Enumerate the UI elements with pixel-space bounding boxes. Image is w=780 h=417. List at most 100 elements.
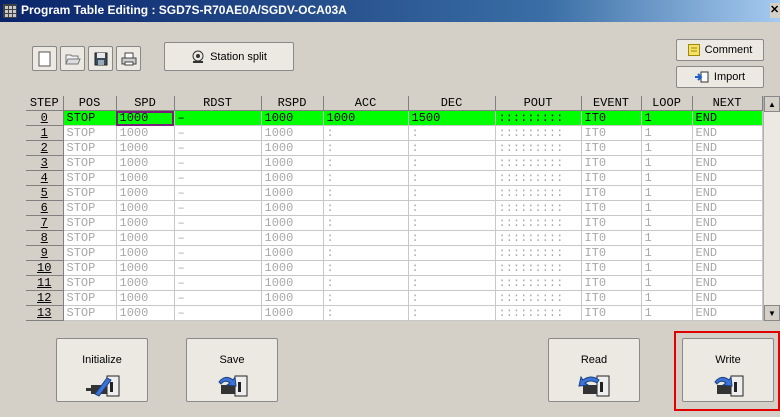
- cell-next[interactable]: END: [692, 305, 763, 321]
- cell-acc[interactable]: :: [323, 245, 409, 261]
- save-button[interactable]: Save: [186, 338, 278, 402]
- cell-pout[interactable]: :::::::::: [495, 260, 582, 276]
- cell-acc[interactable]: :: [323, 320, 409, 321]
- cell-pout[interactable]: :::::::::: [495, 245, 582, 261]
- cell-dec[interactable]: :: [408, 260, 496, 276]
- cell-pout[interactable]: :::::::::: [495, 230, 582, 246]
- cell-pos[interactable]: STOP: [63, 125, 117, 141]
- cell-rdst[interactable]: –: [174, 215, 262, 231]
- table-row[interactable]: 14STOP1000–1000:::::::::::IT01END: [26, 320, 763, 321]
- cell-pos[interactable]: STOP: [63, 275, 117, 291]
- table-row[interactable]: 11 STOP 1000–1000::::::::::: IT0 1 END: [26, 275, 763, 291]
- cell-loop[interactable]: 1: [641, 110, 693, 126]
- cell-dec[interactable]: :: [408, 170, 496, 186]
- cell-pout[interactable]: :::::::::: [495, 110, 582, 126]
- cell-loop[interactable]: 1: [641, 200, 693, 216]
- cell-next[interactable]: END: [692, 290, 763, 306]
- cell-event[interactable]: IT0: [581, 155, 642, 171]
- cell-loop[interactable]: 1: [641, 245, 693, 261]
- cell-acc[interactable]: :: [323, 290, 409, 306]
- cell-pout[interactable]: :::::::::: [495, 320, 582, 321]
- cell-event[interactable]: IT0: [581, 320, 642, 321]
- cell-spd[interactable]: 1000: [116, 200, 175, 216]
- cell-event[interactable]: IT0: [581, 305, 642, 321]
- table-row[interactable]: 7 STOP 1000–1000::::::::::: IT0 1 END: [26, 215, 763, 231]
- print-button[interactable]: [116, 46, 141, 71]
- cell-acc[interactable]: :: [323, 275, 409, 291]
- cell-rspd[interactable]: 1000: [261, 170, 324, 186]
- cell-dec[interactable]: :: [408, 230, 496, 246]
- cell-loop[interactable]: 1: [641, 275, 693, 291]
- cell-acc[interactable]: :: [323, 140, 409, 156]
- cell-acc[interactable]: :: [323, 155, 409, 171]
- cell-pout[interactable]: :::::::::: [495, 290, 582, 306]
- cell-spd[interactable]: 1000: [116, 140, 175, 156]
- cell-spd[interactable]: 1000: [116, 260, 175, 276]
- cell-pout[interactable]: :::::::::: [495, 170, 582, 186]
- cell-pos[interactable]: STOP: [63, 110, 117, 126]
- cell-rspd[interactable]: 1000: [261, 290, 324, 306]
- cell-pout[interactable]: :::::::::: [495, 275, 582, 291]
- cell-pout[interactable]: :::::::::: [495, 125, 582, 141]
- cell-dec[interactable]: :: [408, 320, 496, 321]
- cell-pout[interactable]: :::::::::: [495, 200, 582, 216]
- cell-next[interactable]: END: [692, 140, 763, 156]
- cell-spd[interactable]: 1000: [116, 320, 175, 321]
- cell-pos[interactable]: STOP: [63, 215, 117, 231]
- table-row[interactable]: 0 STOP 1000–1000 1000 1500::::::::: IT0 1 END: [26, 110, 763, 126]
- cell-pout[interactable]: :::::::::: [495, 305, 582, 321]
- cell-rspd[interactable]: 1000: [261, 275, 324, 291]
- cell-acc[interactable]: :: [323, 215, 409, 231]
- table-row[interactable]: 13 STOP 1000–1000::::::::::: IT0 1 END: [26, 305, 763, 321]
- cell-rdst[interactable]: –: [174, 290, 262, 306]
- initialize-button[interactable]: Initialize: [56, 338, 148, 402]
- cell-dec[interactable]: :: [408, 245, 496, 261]
- cell-loop[interactable]: 1: [641, 140, 693, 156]
- cell-pout[interactable]: :::::::::: [495, 155, 582, 171]
- cell-event[interactable]: IT0: [581, 140, 642, 156]
- cell-dec[interactable]: :: [408, 215, 496, 231]
- cell-rdst[interactable]: –: [174, 260, 262, 276]
- cell-rspd[interactable]: 1000: [261, 305, 324, 321]
- program-table[interactable]: STEP POS SPD RDST RSPD ACC DEC POUT EVENT LOOP NEX…: [26, 96, 780, 321]
- table-row[interactable]: 10 STOP 1000–1000::::::::::: IT0 1 END: [26, 260, 763, 276]
- cell-next[interactable]: END: [692, 125, 763, 141]
- close-button[interactable]: ✕: [770, 3, 780, 18]
- cell-pout[interactable]: :::::::::: [495, 185, 582, 201]
- cell-rspd[interactable]: 1000: [261, 230, 324, 246]
- cell-next[interactable]: END: [692, 215, 763, 231]
- cell-pos[interactable]: STOP: [63, 170, 117, 186]
- cell-dec[interactable]: 1500: [408, 110, 496, 126]
- table-row[interactable]: 8 STOP 1000–1000::::::::::: IT0 1 END: [26, 230, 763, 246]
- cell-next[interactable]: END: [692, 185, 763, 201]
- cell-dec[interactable]: :: [408, 305, 496, 321]
- cell-spd[interactable]: 1000: [116, 305, 175, 321]
- cell-rspd[interactable]: 1000: [261, 245, 324, 261]
- cell-dec[interactable]: :: [408, 125, 496, 141]
- cell-rspd[interactable]: 1000: [261, 185, 324, 201]
- cell-spd[interactable]: 1000: [116, 230, 175, 246]
- cell-pout[interactable]: :::::::::: [495, 215, 582, 231]
- cell-dec[interactable]: :: [408, 140, 496, 156]
- cell-loop[interactable]: 1: [641, 125, 693, 141]
- cell-event[interactable]: IT0: [581, 245, 642, 261]
- cell-dec[interactable]: :: [408, 275, 496, 291]
- comment-button[interactable]: Comment: [676, 39, 764, 61]
- table-row[interactable]: 9 STOP 1000–1000::::::::::: IT0 1 END: [26, 245, 763, 261]
- cell-acc[interactable]: :: [323, 125, 409, 141]
- table-row[interactable]: 3 STOP 1000–1000::::::::::: IT0 1 END: [26, 155, 763, 171]
- cell-next[interactable]: END: [692, 320, 763, 321]
- cell-loop[interactable]: 1: [641, 155, 693, 171]
- cell-acc[interactable]: :: [323, 260, 409, 276]
- cell-dec[interactable]: :: [408, 290, 496, 306]
- table-row[interactable]: 2 STOP 1000–1000::::::::::: IT0 1 END: [26, 140, 763, 156]
- cell-rspd[interactable]: 1000: [261, 320, 324, 321]
- cell-loop[interactable]: 1: [641, 170, 693, 186]
- cell-next[interactable]: END: [692, 200, 763, 216]
- cell-rdst[interactable]: –: [174, 170, 262, 186]
- cell-rdst[interactable]: –: [174, 245, 262, 261]
- cell-next[interactable]: END: [692, 275, 763, 291]
- table-row[interactable]: 1 STOP 1000–1000::::::::::: IT0 1 END: [26, 125, 763, 141]
- cell-next[interactable]: END: [692, 230, 763, 246]
- cell-pos[interactable]: STOP: [63, 185, 117, 201]
